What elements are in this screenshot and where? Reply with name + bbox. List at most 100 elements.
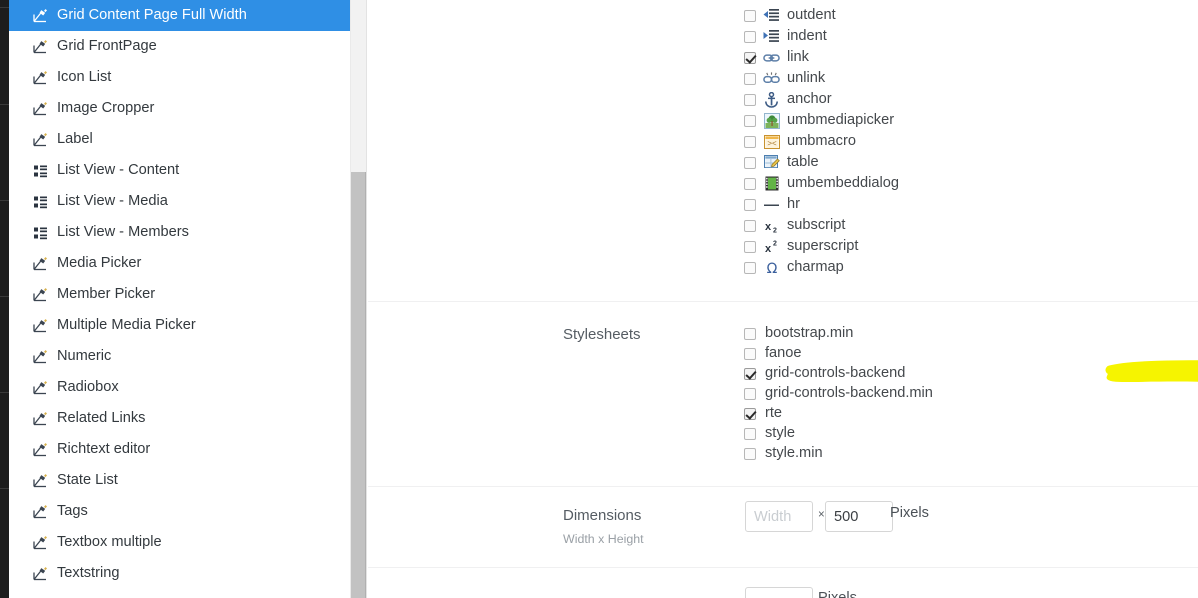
checkbox[interactable]: [744, 135, 756, 148]
tree-item-label: Textbox multiple: [57, 534, 162, 551]
datatype-tree-panel: Grid Content Page Full Width Grid FrontPa…: [9, 0, 350, 598]
toolbar-option-umbmediapicker[interactable]: umbmediapicker: [744, 110, 894, 131]
checkbox[interactable]: [744, 156, 756, 169]
dimensions-unit-label: Pixels: [890, 505, 929, 521]
toolbar-option-link[interactable]: link: [744, 47, 809, 68]
svg-text:2: 2: [773, 240, 777, 247]
tree-item-numeric[interactable]: Numeric: [9, 341, 350, 372]
filmstrip-embed-icon: [763, 176, 780, 192]
checkbox[interactable]: [744, 30, 756, 43]
datatype-editor-screen: Grid Content Page Full Width Grid FrontPa…: [0, 0, 1198, 598]
tree-item-label: Richtext editor: [57, 441, 151, 458]
checkbox[interactable]: [744, 114, 756, 127]
checkbox[interactable]: [744, 93, 756, 106]
tree-item-related-links[interactable]: Related Links: [9, 403, 350, 434]
checkbox[interactable]: [744, 347, 756, 360]
pencil-edit-icon: [32, 69, 49, 86]
tree-item-list-view-members[interactable]: List View - Members: [9, 217, 350, 248]
horizontal-rule-icon: [763, 197, 780, 213]
toolbar-option-hr[interactable]: hr: [744, 194, 800, 215]
dimensions-separator: ×: [818, 509, 825, 521]
checkbox[interactable]: [744, 177, 756, 190]
toolbar-option-charmap[interactable]: Ωcharmap: [744, 257, 844, 278]
rail-divider: [0, 7, 9, 8]
checkbox[interactable]: [744, 387, 756, 400]
toolbar-option-label: umbmediapicker: [787, 112, 895, 129]
pencil-edit-icon: [32, 38, 49, 55]
tree-item-state-list[interactable]: State List: [9, 465, 350, 496]
toolbar-option-outdent[interactable]: outdent: [744, 5, 836, 26]
checkbox[interactable]: [744, 219, 756, 232]
omega-charmap-icon: Ω: [763, 260, 780, 276]
tree-scrollbar-thumb[interactable]: [351, 172, 366, 598]
stylesheet-option-grid-controls-backend-min[interactable]: grid-controls-backend.min: [744, 383, 933, 404]
pencil-edit-icon: [32, 472, 49, 489]
tree-item-list-view-content[interactable]: List View - Content: [9, 155, 350, 186]
link-chain-icon: [763, 50, 780, 66]
tree-item-label: Label: [57, 131, 93, 148]
tree-item-grid-content-page-full-width[interactable]: Grid Content Page Full Width: [9, 0, 350, 31]
tree-item-multiple-media-picker[interactable]: Multiple Media Picker: [9, 310, 350, 341]
toolbar-option-indent[interactable]: indent: [744, 26, 827, 47]
pencil-edit-icon: [32, 286, 49, 303]
checkbox[interactable]: [744, 261, 756, 274]
checkbox[interactable]: [744, 407, 756, 420]
tree-item-image-cropper[interactable]: Image Cropper: [9, 93, 350, 124]
tree-item-label[interactable]: Label: [9, 124, 350, 155]
pencil-edit-icon: [32, 503, 49, 520]
toolbar-option-subscript[interactable]: x 2 subscript: [744, 215, 845, 236]
checkbox[interactable]: [744, 367, 756, 380]
toolbar-option-umbembeddialog[interactable]: umbembeddialog: [744, 173, 899, 194]
tree-item-textbox-multiple[interactable]: Textbox multiple: [9, 527, 350, 558]
list-view-icon: [32, 193, 49, 210]
toolbar-option-label: unlink: [787, 70, 826, 87]
tree-item-media-picker[interactable]: Media Picker: [9, 248, 350, 279]
toolbar-option-anchor[interactable]: anchor: [744, 89, 832, 110]
svg-text:x: x: [765, 221, 772, 233]
dimensions-height-input[interactable]: [825, 501, 893, 532]
stylesheet-option-style-min[interactable]: style.min: [744, 443, 823, 464]
tree-item-radiobox[interactable]: Radiobox: [9, 372, 350, 403]
checkbox[interactable]: [744, 327, 756, 340]
checkbox[interactable]: [744, 51, 756, 64]
toolbar-option-unlink[interactable]: unlink: [744, 68, 825, 89]
outdent-icon: [763, 8, 780, 24]
rail-divider: [0, 200, 9, 201]
tree-item-member-picker[interactable]: Member Picker: [9, 279, 350, 310]
stylesheet-option-grid-controls-backend[interactable]: grid-controls-backend: [744, 363, 905, 384]
next-property-input[interactable]: [745, 587, 813, 598]
checkbox[interactable]: [744, 72, 756, 85]
tree-item-textstring[interactable]: Textstring: [9, 558, 350, 589]
stylesheet-option-fanoe[interactable]: fanoe: [744, 343, 802, 364]
tree-item-list-view-media[interactable]: List View - Media: [9, 186, 350, 217]
dimensions-width-input[interactable]: [745, 501, 813, 532]
tree-item-label: List View - Members: [57, 224, 189, 241]
svg-text:Ω: Ω: [766, 261, 777, 276]
pencil-edit-icon: [32, 255, 49, 272]
checkbox[interactable]: [744, 198, 756, 211]
section-divider: [368, 567, 1198, 568]
toolbar-option-label: charmap: [787, 259, 844, 276]
checkbox[interactable]: [744, 240, 756, 253]
pencil-edit-icon: [32, 317, 49, 334]
toolbar-option-superscript[interactable]: x 2 superscript: [744, 236, 858, 257]
macro-window-icon: ><: [763, 134, 780, 150]
datatype-tree: Grid Content Page Full Width Grid FrontPa…: [9, 0, 350, 589]
toolbar-option-umbmacro[interactable]: >< umbmacro: [744, 131, 856, 152]
checkbox[interactable]: [744, 9, 756, 22]
property-settings-panel: outdent indent link unlink anchor umbmediapic…: [368, 0, 1198, 598]
stylesheet-option-bootstrap-min[interactable]: bootstrap.min: [744, 323, 853, 344]
stylesheet-option-rte[interactable]: rte: [744, 403, 782, 424]
media-picker-tree-icon: [763, 112, 780, 129]
tree-item-richtext-editor[interactable]: Richtext editor: [9, 434, 350, 465]
tree-item-icon-list[interactable]: Icon List: [9, 62, 350, 93]
tree-item-tags[interactable]: Tags: [9, 496, 350, 527]
checkbox[interactable]: [744, 427, 756, 440]
stylesheet-option-style[interactable]: style: [744, 423, 795, 444]
tree-item-label: Multiple Media Picker: [57, 317, 196, 334]
table-edit-icon: [763, 155, 780, 171]
tree-item-grid-frontpage[interactable]: Grid FrontPage: [9, 31, 350, 62]
app-navigation-rail[interactable]: [0, 0, 9, 598]
toolbar-option-table[interactable]: table: [744, 152, 819, 173]
checkbox[interactable]: [744, 447, 756, 460]
